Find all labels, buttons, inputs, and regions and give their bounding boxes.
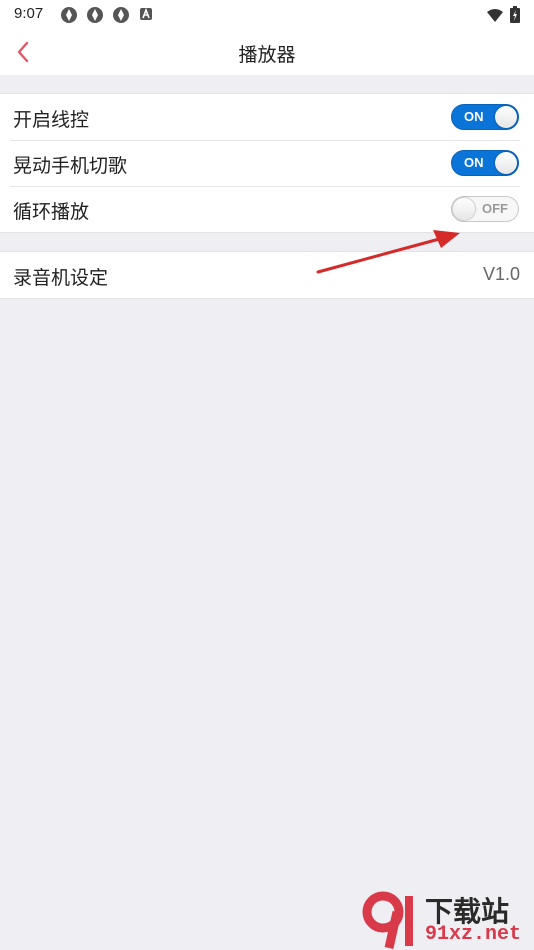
loop-play-toggle[interactable]: OFF xyxy=(451,196,519,222)
setting-row-shake-switch: 晃动手机切歌 ON xyxy=(0,140,534,186)
notification-icons xyxy=(60,6,154,24)
recorder-settings-label: 录音机设定 xyxy=(13,267,109,289)
app-notification-icon xyxy=(61,7,77,23)
setting-label: 开启线控 xyxy=(13,109,90,131)
app-notification-icon xyxy=(87,7,103,23)
status-time: 9:07 xyxy=(14,5,44,22)
wifi-icon xyxy=(487,8,503,22)
toggle-knob xyxy=(495,106,517,128)
toggle-state-text: ON xyxy=(464,155,484,170)
watermark: 下载站 91xz.net xyxy=(359,890,534,950)
toggle-knob xyxy=(453,198,475,220)
watermark-domain: 91xz.net xyxy=(425,923,522,946)
toggle-knob xyxy=(495,152,517,174)
toggle-state-text: OFF xyxy=(482,201,508,216)
watermark-logo-icon xyxy=(362,891,413,949)
shake-switch-toggle[interactable]: ON xyxy=(451,150,519,176)
a-notification-icon xyxy=(140,7,152,20)
system-icons xyxy=(486,6,520,23)
setting-row-wire-control: 开启线控 ON xyxy=(0,94,534,140)
setting-label: 晃动手机切歌 xyxy=(13,155,128,177)
app-notification-icon xyxy=(113,7,129,23)
page-title: 播放器 xyxy=(238,44,296,66)
recorder-version-value: V1.0 xyxy=(482,264,520,284)
status-bar: 9:07 xyxy=(0,0,534,30)
annotation-arrow-icon xyxy=(316,230,460,274)
toggle-state-text: ON xyxy=(464,109,484,124)
battery-icon xyxy=(510,6,520,23)
setting-label: 循环播放 xyxy=(13,201,90,223)
settings-group: 开启线控 ON 晃动手机切歌 ON 循环播放 OFF xyxy=(0,93,534,233)
wire-control-toggle[interactable]: ON xyxy=(451,104,519,130)
navigation-header: 播放器 xyxy=(0,30,534,75)
